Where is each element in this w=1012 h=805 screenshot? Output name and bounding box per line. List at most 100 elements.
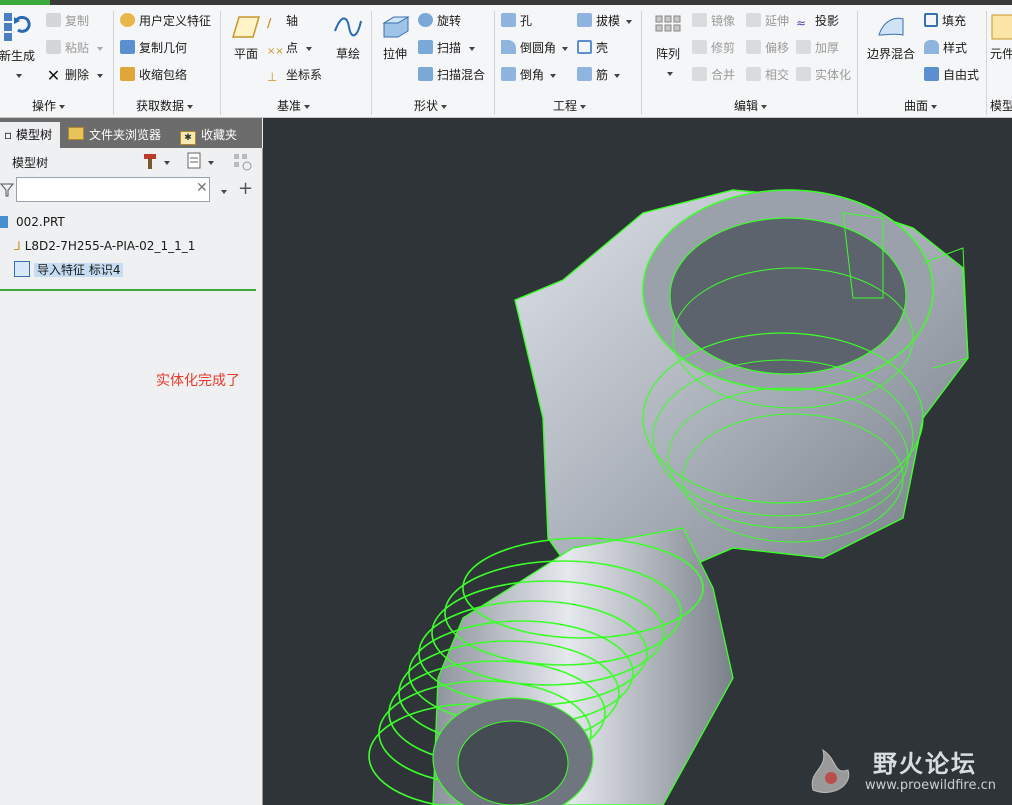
- search-options-dropdown[interactable]: [218, 184, 227, 198]
- component-icon: [991, 14, 1012, 40]
- draft-button[interactable]: 拔模: [577, 11, 633, 31]
- sketch-button[interactable]: 草绘: [329, 13, 367, 62]
- swept-blend-button[interactable]: 扫描混合: [418, 65, 485, 85]
- valve-body: [368, 189, 969, 805]
- fill-button[interactable]: 填充: [924, 11, 966, 31]
- tree-item-csys[interactable]: ⅃ L8D2-7H255-A-PIA-02_1_1_1: [14, 235, 195, 257]
- part-icon: [0, 216, 8, 228]
- group-label-engineering[interactable]: 工程: [553, 97, 587, 114]
- thicken-button[interactable]: 加厚: [796, 38, 839, 58]
- mirror-button[interactable]: 镜像: [692, 11, 735, 31]
- tab-favorites[interactable]: ✱ 收藏夹: [180, 122, 237, 148]
- shell-button[interactable]: 壳: [577, 38, 608, 58]
- component-button[interactable]: 元件: [990, 13, 1012, 62]
- udf-button[interactable]: 用户定义特征: [120, 11, 211, 31]
- point-icon: ××: [267, 46, 284, 57]
- filter-icon[interactable]: [0, 182, 14, 198]
- regenerate-button[interactable]: 新生成: [0, 11, 42, 82]
- add-filter-icon[interactable]: +: [238, 178, 253, 199]
- pattern-button[interactable]: 阵列: [648, 13, 688, 80]
- tree-insert-indicator[interactable]: [0, 289, 256, 291]
- sweep-icon: [418, 40, 433, 54]
- offset-icon: [746, 40, 761, 54]
- extrude-icon: [382, 16, 410, 38]
- round-button[interactable]: 倒圆角: [501, 38, 569, 58]
- mirror-icon: [692, 13, 707, 27]
- hole-icon: [501, 13, 516, 27]
- csys-button[interactable]: ⊥ 坐标系: [267, 65, 322, 85]
- group-label-datum[interactable]: 基准: [277, 97, 311, 114]
- hole-button[interactable]: 孔: [501, 11, 532, 31]
- tree-show-button[interactable]: [186, 152, 216, 173]
- offset-button[interactable]: 偏移: [746, 38, 789, 58]
- tree-item-import-feature[interactable]: 导入特征 标识4: [14, 259, 124, 281]
- rib-icon: [577, 67, 592, 81]
- group-get-data: 用户定义特征 复制几何 收缩包络 获取数据: [114, 5, 219, 117]
- extrude-button[interactable]: 拉伸: [376, 13, 414, 62]
- trim-button[interactable]: 修剪: [692, 38, 735, 58]
- watermark-title: 野火论坛: [873, 750, 977, 778]
- extend-button[interactable]: 延伸: [746, 11, 789, 31]
- swept-blend-icon: [418, 67, 433, 81]
- paste-icon: [46, 40, 61, 54]
- group-operations: 新生成 复制 粘贴 ✕ 删除 操作: [0, 5, 112, 117]
- axis-button[interactable]: / 轴: [267, 11, 298, 31]
- group-label-shapes[interactable]: 形状: [414, 97, 448, 114]
- chamfer-icon: [501, 67, 516, 81]
- merge-button[interactable]: 合并: [692, 65, 735, 85]
- solidify-button[interactable]: 实体化: [796, 65, 851, 85]
- plane-button[interactable]: 平面: [225, 13, 267, 62]
- intersect-icon: [746, 67, 761, 81]
- tree-columns-button[interactable]: [232, 152, 254, 175]
- point-button[interactable]: ×× 点: [267, 38, 313, 58]
- boundary-blend-button[interactable]: 边界混合: [862, 13, 920, 62]
- group-engineering: 孔 倒圆角 倒角 拔模 壳 筋 工程: [495, 5, 640, 117]
- boundary-blend-icon: [878, 17, 904, 36]
- group-label-model-intent[interactable]: 模型: [990, 97, 1012, 114]
- group-label-get-data[interactable]: 获取数据: [136, 97, 194, 114]
- import-feature-icon: [14, 261, 30, 277]
- draft-icon: [577, 13, 592, 27]
- list-doc-icon: [187, 152, 214, 169]
- group-label-editing[interactable]: 编辑: [734, 97, 768, 114]
- tab-folder-browser[interactable]: 文件夹浏览器: [68, 122, 161, 148]
- model-tree-panel: 模型树 ✕ + 002.PRT ⅃ L8D2-7H255-A-PIA-02_1_1…: [0, 148, 263, 805]
- model-render: [368, 189, 969, 805]
- navigator-tabs: ▫ 模型树 文件夹浏览器 ✱ 收藏夹: [0, 118, 262, 148]
- copy-geometry-button[interactable]: 复制几何: [120, 38, 187, 58]
- graphics-viewport[interactable]: 野火论坛 www.proewildfire.cn: [263, 118, 1012, 805]
- freestyle-button[interactable]: 自由式: [924, 65, 979, 85]
- copy-button[interactable]: 复制: [46, 11, 89, 31]
- tab-model-tree[interactable]: ▫ 模型树: [0, 122, 60, 148]
- completion-note: 实体化完成了: [156, 373, 240, 389]
- group-label-operations[interactable]: 操作: [32, 97, 66, 114]
- group-label-surfaces[interactable]: 曲面: [904, 97, 938, 114]
- rib-button[interactable]: 筋: [577, 65, 621, 85]
- tree-item-part[interactable]: 002.PRT: [0, 211, 65, 233]
- intersect-button[interactable]: 相交: [746, 65, 789, 85]
- regenerate-icon: [4, 13, 31, 41]
- sweep-button[interactable]: 扫描: [418, 38, 476, 58]
- tree-settings-button[interactable]: [142, 152, 172, 173]
- copy-icon: [46, 13, 61, 27]
- favorites-star-icon: ✱: [180, 131, 196, 145]
- chamfer-button[interactable]: 倒角: [501, 65, 557, 85]
- delete-button[interactable]: ✕ 删除: [46, 65, 104, 85]
- shrinkwrap-button[interactable]: 收缩包络: [120, 65, 187, 85]
- chevron-down-icon: [221, 189, 227, 194]
- revolve-button[interactable]: 旋转: [418, 11, 461, 31]
- forum-watermark: 野火论坛 www.proewildfire.cn: [803, 738, 1012, 805]
- ribbon: 新生成 复制 粘贴 ✕ 删除 操作 用户定义特征 复制几何 收缩包络 获取数据 平: [0, 5, 1012, 118]
- group-shapes: 拉伸 旋转 扫描 扫描混合 形状: [372, 5, 494, 117]
- tree-search-input[interactable]: [16, 177, 210, 202]
- trim-icon: [692, 40, 707, 54]
- clear-search-icon[interactable]: ✕: [196, 180, 208, 196]
- regenerate-label: 新生成: [0, 49, 35, 63]
- project-icon: ≈: [796, 16, 807, 30]
- style-button[interactable]: 样式: [924, 38, 967, 58]
- project-button[interactable]: ≈ 投影: [796, 11, 839, 31]
- paste-button[interactable]: 粘贴: [46, 38, 104, 58]
- csys-tree-icon: ⅃: [14, 239, 21, 253]
- hammer-settings-icon: [144, 154, 170, 169]
- pattern-icon: [655, 15, 681, 32]
